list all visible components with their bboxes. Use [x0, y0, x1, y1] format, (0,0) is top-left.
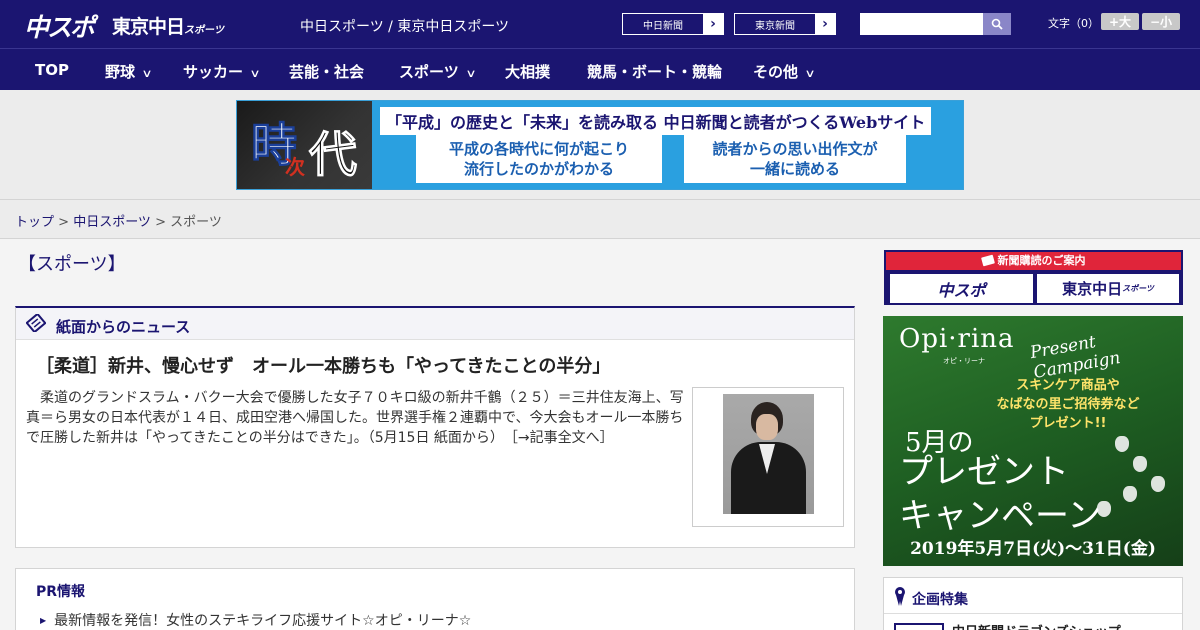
- breadcrumb-section-link[interactable]: 中日スポーツ: [73, 215, 151, 230]
- site-links[interactable]: 中日スポーツ / 東京中日スポーツ: [300, 16, 509, 36]
- nav-item-soccer[interactable]: サッカー ∨: [183, 61, 261, 82]
- news-panel: 紙面からのニュース ［柔道］新井、慢心せず オール一本勝ちも「やってきたことの半…: [15, 306, 855, 548]
- nav-label: 芸能・社会: [289, 63, 365, 81]
- opirina-campaign-ad[interactable]: Opi·rina オピ・リーナ Present Campaign スキンケア商品…: [883, 316, 1183, 566]
- subscription-heading: 新聞購読のご案内: [886, 252, 1181, 270]
- subscribe-tokyo-chunichi-button[interactable]: 東京中日 スポーツ: [1037, 274, 1179, 303]
- article-summary: 柔道のグランドスラム・バクー大会で優勝した女子７０キロ級の新井千鶴（２５）＝三井…: [26, 388, 686, 448]
- banner-headline: 「平成」の歴史と「未来」を読み取る 中日新聞と読者がつくるWebサイト: [380, 107, 932, 135]
- tokyo-logo-small: スポーツ: [184, 25, 224, 36]
- chevron-down-icon: ∨: [141, 67, 153, 80]
- chevron-right-icon: ›: [815, 14, 835, 34]
- banner-box-2: 読者からの思い出作文が 一緒に読める: [684, 135, 906, 183]
- athlete-photo: [723, 394, 814, 514]
- nav-label: 野球: [105, 63, 136, 81]
- opirina-headline: プレゼント キャンペーン: [899, 452, 1102, 536]
- opirina-logo: Opi·rina: [899, 324, 1015, 354]
- pr-panel: PR情報 ▶ 最新情報を発信！女性のステキライフ応援サイト☆オピ・リーナ☆: [15, 568, 855, 630]
- ribbon-icon: [895, 587, 905, 606]
- nav-item-racing[interactable]: 競馬・ボート・競輪: [587, 61, 722, 82]
- nav-label: TOP: [35, 61, 69, 79]
- article-title-link[interactable]: ［柔道］新井、慢心せず オール一本勝ちも「やってきたことの半分」: [36, 352, 610, 378]
- dragons-shop-thumbnail[interactable]: [894, 623, 944, 630]
- article-photo[interactable]: [692, 387, 844, 527]
- search-icon: [991, 18, 1003, 30]
- nav-label: スポーツ: [399, 63, 459, 81]
- chunichi-shimbun-button[interactable]: 中日新聞 ›: [622, 13, 724, 35]
- opirina-promo-text: スキンケア商品や なばなの里ご招待券など プレゼント!!: [996, 378, 1140, 431]
- pr-item-label: 最新情報を発信！女性のステキライフ応援サイト☆オピ・リーナ☆: [54, 613, 472, 629]
- subscribe-tokyo-label: 東京中日: [1062, 280, 1123, 298]
- feature-box: 企画特集 中日新聞ドラゴンズショップ: [883, 577, 1183, 630]
- breadcrumb-top-link[interactable]: トップ: [15, 215, 54, 230]
- breadcrumb-separator: >: [150, 215, 171, 230]
- search-button[interactable]: [983, 13, 1011, 35]
- nav-label: 競馬・ボート・競輪: [587, 63, 723, 81]
- top-header: 中スポ 東京中日スポーツ 中日スポーツ / 東京中日スポーツ 中日新聞 › 東京…: [0, 0, 1200, 48]
- nav-label: 大相撲: [505, 63, 551, 81]
- opirina-campaign-dates: 2019年5月7日(火)〜31日(金): [910, 539, 1156, 559]
- banner-text-area: 「平成」の歴史と「未来」を読み取る 中日新聞と読者がつくるWebサイト 平成の各…: [372, 101, 963, 189]
- nav-item-sumo[interactable]: 大相撲: [505, 61, 550, 82]
- chunichi-shimbun-label: 中日新聞: [643, 20, 683, 32]
- breadcrumb-current: スポーツ: [170, 215, 222, 230]
- subscription-heading-text: 新聞購読のご案内: [997, 254, 1086, 267]
- nav-item-sports[interactable]: スポーツ ∨: [399, 61, 477, 82]
- feature-heading: 企画特集: [912, 592, 968, 608]
- chevron-right-icon: ›: [703, 14, 723, 34]
- photo-figure-face: [756, 414, 778, 440]
- tokyo-shimbun-label: 東京新聞: [755, 20, 795, 32]
- tokyo-shimbun-button[interactable]: 東京新聞 ›: [734, 13, 836, 35]
- font-smaller-button[interactable]: −小: [1142, 13, 1180, 30]
- pr-heading: PR情報: [36, 584, 86, 600]
- font-size-label: 文字（0）: [1048, 17, 1099, 30]
- newspaper-icon: [26, 314, 46, 332]
- chevron-down-icon: ∨: [804, 67, 816, 80]
- read-more-link[interactable]: ［→記事全文へ］: [511, 430, 614, 446]
- chevron-down-icon: ∨: [249, 67, 261, 80]
- news-panel-header: 紙面からのニュース: [16, 308, 854, 340]
- feature-header: 企画特集: [884, 578, 1182, 614]
- opirina-logo-sub: オピ・リーナ: [943, 357, 985, 365]
- search-input[interactable]: [860, 13, 983, 35]
- nav-item-entertainment[interactable]: 芸能・社会: [289, 61, 364, 82]
- nav-label: その他: [753, 63, 799, 81]
- chuspo-logo[interactable]: 中スポ: [24, 8, 95, 44]
- font-larger-button[interactable]: +大: [1101, 13, 1139, 30]
- breadcrumb: トップ > 中日スポーツ > スポーツ: [15, 211, 222, 230]
- subscribe-chuspo-button[interactable]: 中スポ: [890, 274, 1033, 303]
- nav-item-top[interactable]: TOP: [35, 61, 69, 79]
- nav-label: サッカー: [183, 63, 244, 81]
- page-title: 【スポーツ】: [18, 254, 126, 275]
- pr-list-item[interactable]: ▶ 最新情報を発信！女性のステキライフ応援サイト☆オピ・リーナ☆: [40, 610, 471, 630]
- breadcrumb-bar: トップ > 中日スポーツ > スポーツ: [0, 199, 1200, 239]
- chevron-down-icon: ∨: [465, 67, 477, 80]
- triangle-right-icon: ▶: [40, 616, 47, 625]
- main-nav: TOP 野球 ∨ サッカー ∨ 芸能・社会 スポーツ ∨ 大相撲 競馬・ボート・競輪 …: [0, 48, 1200, 90]
- nav-item-baseball[interactable]: 野球 ∨: [105, 61, 153, 82]
- news-panel-heading: 紙面からのニュース: [56, 318, 191, 336]
- jidai-banner-ad[interactable]: 時 次 代 「平成」の歴史と「未来」を読み取る 中日新聞と読者がつくるWebサイ…: [236, 100, 964, 190]
- newspaper-icon: [980, 254, 995, 267]
- tokyo-logo-text: 東京中日: [112, 16, 185, 38]
- breadcrumb-separator: >: [54, 215, 74, 230]
- nav-item-other[interactable]: その他 ∨: [753, 61, 816, 82]
- banner-kanji-tsugi: 次: [285, 155, 305, 179]
- tokyo-chunichi-logo[interactable]: 東京中日スポーツ: [112, 12, 224, 39]
- banner-box-1: 平成の各時代に何が起こり 流行したのかがわかる: [416, 135, 662, 183]
- dragons-shop-link[interactable]: 中日新聞ドラゴンズショップ: [952, 621, 1121, 630]
- banner-logo-area: 時 次 代: [237, 101, 372, 189]
- banner-kanji-dai: 代: [308, 127, 358, 184]
- present-campaign-text: Present Campaign: [1028, 332, 1122, 383]
- subscription-box: 新聞購読のご案内 中スポ 東京中日 スポーツ: [884, 250, 1183, 305]
- subscribe-tokyo-small: スポーツ: [1122, 284, 1154, 293]
